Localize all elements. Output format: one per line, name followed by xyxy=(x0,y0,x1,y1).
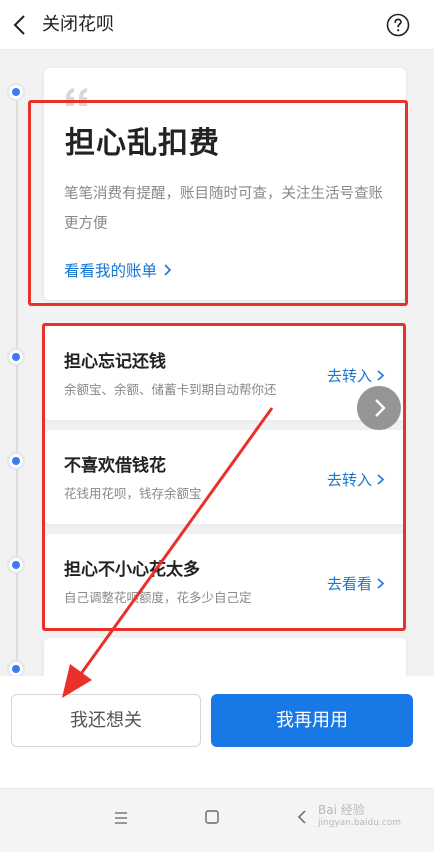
quote-icon xyxy=(66,88,87,106)
item-action-link[interactable]: 去转入 xyxy=(327,468,385,492)
back-icon[interactable] xyxy=(296,809,308,825)
keep-using-button[interactable]: 我再用用 xyxy=(211,694,413,747)
item-action-label: 去转入 xyxy=(327,471,373,489)
item-action-label: 去看看 xyxy=(327,575,373,593)
page-title: 关闭花呗 xyxy=(42,14,114,35)
view-bill-label: 看看我的账单 xyxy=(64,262,158,280)
header-bar: 关闭花呗 xyxy=(0,0,434,50)
item-description: 花钱用花呗，钱存余额宝 xyxy=(64,486,202,501)
item-title: 不喜欢借钱花 xyxy=(64,456,166,476)
item-description: 自己调整花呗额度，花多少自己定 xyxy=(64,590,252,605)
timeline-dot xyxy=(7,348,25,366)
chevron-right-icon xyxy=(375,399,386,417)
home-icon[interactable] xyxy=(204,809,220,825)
still-close-button[interactable]: 我还想关 xyxy=(11,694,201,747)
scroll-next-button[interactable] xyxy=(357,386,401,430)
timeline-dot xyxy=(7,556,25,574)
chevron-right-icon xyxy=(377,370,385,381)
timeline-dot xyxy=(7,83,25,101)
item-action-label: 去转入 xyxy=(327,367,373,385)
question-circle-icon[interactable] xyxy=(386,13,410,37)
item-action-link[interactable]: 去看看 xyxy=(327,572,385,596)
feature-description: 笔笔消费有提醒，账目随时可查，关注生活号查账更方便 xyxy=(64,186,383,232)
watermark-main: Bai 经验 xyxy=(318,803,365,817)
item-title: 担心不小心花太多 xyxy=(64,560,200,580)
chevron-right-icon xyxy=(377,474,385,485)
watermark: Bai 经验 jingyan.baidu.com xyxy=(318,803,401,829)
item-action-link[interactable]: 去转入 xyxy=(327,364,385,388)
menu-icon[interactable] xyxy=(113,811,129,825)
chevron-left-icon[interactable] xyxy=(8,12,32,38)
item-title: 担心忘记还钱 xyxy=(64,352,166,372)
watermark-sub: jingyan.baidu.com xyxy=(318,818,402,828)
timeline-line xyxy=(16,92,18,682)
view-bill-link[interactable]: 看看我的账单 xyxy=(64,258,172,284)
timeline-dot xyxy=(7,452,25,470)
chevron-right-icon xyxy=(377,578,385,589)
item-description: 余额宝、余额、储蓄卡到期自动帮你还 xyxy=(64,382,277,397)
chevron-right-icon xyxy=(164,264,172,276)
feature-title: 担心乱扣费 xyxy=(65,126,220,161)
